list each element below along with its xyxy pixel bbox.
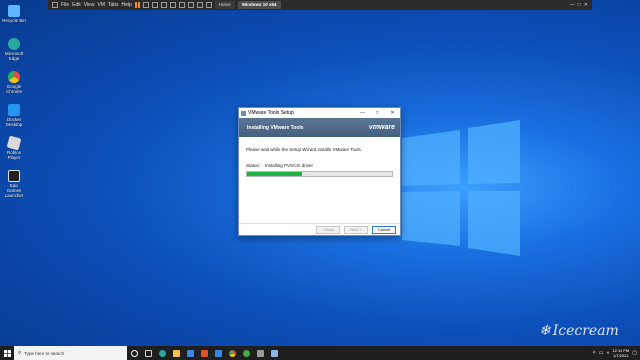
network-icon[interactable]: ▭ — [599, 350, 604, 356]
send-ctrl-alt-del-icon[interactable] — [142, 2, 149, 8]
menu-file[interactable]: File — [61, 0, 69, 10]
desktop-icon-label: Roblox Player — [6, 150, 21, 160]
taskbar-file-explorer[interactable] — [169, 346, 183, 360]
chrome-icon — [228, 349, 236, 357]
icecream-watermark: ❄ Icecream — [539, 323, 619, 339]
minimize-icon[interactable]: — — [355, 110, 370, 116]
dialog-message: Please wait while the Setup Wizard insta… — [246, 147, 362, 152]
search-icon: ⚲ — [18, 350, 22, 355]
window-close-icon[interactable]: ✕ — [584, 0, 588, 10]
install-progress-fill — [247, 172, 303, 176]
roblox-icon — [6, 135, 22, 151]
desktop-icon-label: Recycle Bin — [2, 18, 26, 23]
docker-icon — [8, 104, 20, 116]
taskbar-notepad[interactable] — [267, 346, 281, 360]
volume-icon[interactable]: ◖ — [606, 350, 609, 356]
setup-app-icon — [241, 110, 246, 116]
menu-vm[interactable]: VM — [97, 0, 105, 10]
taskbar-cortana[interactable] — [127, 346, 141, 360]
desktop-icon-label: Microsoft Edge — [4, 51, 24, 61]
system-tray: ˄ ▭ ◖ 12:11 PM 1/7/2021 ▢ — [593, 348, 640, 358]
store-icon — [186, 349, 194, 357]
file-explorer-icon — [172, 349, 180, 357]
menu-view[interactable]: View — [84, 0, 95, 10]
stretch-icon[interactable] — [205, 2, 212, 8]
vmware-icon — [256, 349, 264, 357]
taskbar: ⚲ Type here to search ˄ ▭ ◖ 12:11 PM 1/7… — [0, 346, 640, 360]
vm-library-icon[interactable] — [52, 2, 58, 8]
taskbar-clock[interactable]: 12:11 PM 1/7/2021 — [612, 348, 629, 358]
taskbar-vmware[interactable] — [253, 346, 267, 360]
snapshot-manager-icon[interactable] — [169, 2, 176, 8]
menu-tabs[interactable]: Tabs — [108, 0, 119, 10]
edge-icon — [8, 38, 20, 50]
revert-snapshot-icon[interactable] — [160, 2, 167, 8]
taskbar-task-view[interactable] — [141, 346, 155, 360]
desktop-icon-label: Docker Desktop — [5, 117, 23, 127]
close-icon[interactable]: ✕ — [385, 110, 400, 116]
chevron-up-icon[interactable]: ˄ — [593, 350, 596, 356]
taskbar-office[interactable] — [197, 346, 211, 360]
status-value: Installing PVSCSI driver — [265, 163, 314, 168]
cortana-icon — [130, 349, 138, 357]
window-maximize-icon[interactable]: □ — [578, 0, 581, 10]
next-button[interactable]: Next > — [344, 225, 368, 234]
maximize-icon[interactable]: □ — [370, 110, 385, 116]
recycle-bin-icon — [8, 5, 20, 17]
install-progress-bar — [246, 171, 393, 177]
notepad-icon — [270, 349, 278, 357]
vm-toolbar: File Edit View VM Tabs Help Home Windows… — [48, 0, 592, 10]
taskbar-mail[interactable] — [211, 346, 225, 360]
unity-icon[interactable] — [187, 2, 194, 8]
windows-start-icon — [3, 349, 11, 357]
desktop-icon-label: Epic Games Launcher — [4, 183, 24, 198]
status-label: Status: — [246, 163, 261, 168]
desktop-icon-edge[interactable]: Microsoft Edge — [2, 38, 26, 61]
snowflake-icon: ❄ — [539, 323, 551, 339]
taskbar-chrome[interactable] — [225, 346, 239, 360]
epic-games-icon — [8, 170, 20, 182]
notification-icon[interactable]: ▢ — [632, 350, 637, 356]
start-button[interactable] — [0, 346, 14, 360]
desktop-icon-roblox[interactable]: Roblox Player — [2, 135, 26, 160]
mail-icon — [214, 349, 222, 357]
dialog-title-bar[interactable]: VMware Tools Setup — □ ✕ — [239, 108, 400, 118]
cancel-button[interactable]: Cancel — [372, 225, 396, 234]
task-view-icon — [144, 349, 152, 357]
desktop-icon-recycle-bin[interactable]: Recycle Bin — [2, 5, 26, 23]
desktop-icon-epic-games[interactable]: Epic Games Launcher — [2, 170, 26, 198]
tab-home[interactable]: Home — [214, 1, 235, 9]
taskbar-search[interactable]: ⚲ Type here to search — [14, 346, 127, 360]
dialog-body: Please wait while the Setup Wizard insta… — [239, 137, 400, 185]
search-placeholder: Type here to search — [24, 350, 65, 356]
clock-date: 1/7/2021 — [613, 353, 629, 358]
menu-edit[interactable]: Edit — [72, 0, 81, 10]
edge-icon — [158, 349, 166, 357]
taskbar-store[interactable] — [183, 346, 197, 360]
desktop-icon-docker[interactable]: Docker Desktop — [2, 104, 26, 127]
xbox-icon — [242, 349, 250, 357]
status-row: Status: Installing PVSCSI driver — [246, 163, 393, 168]
vmware-tools-setup-dialog: VMware Tools Setup — □ ✕ Installing VMwa… — [238, 107, 401, 236]
pause-icon[interactable] — [134, 2, 140, 8]
taskbar-edge[interactable] — [155, 346, 169, 360]
back-button[interactable]: < Back — [316, 225, 340, 234]
tab-windows-10-x64[interactable]: Windows 10 x64 — [237, 1, 281, 9]
desktop-icon-label: Google Chrome — [5, 84, 22, 94]
snapshot-icon[interactable] — [151, 2, 158, 8]
console-view-icon[interactable] — [196, 2, 203, 8]
chrome-icon — [8, 71, 20, 83]
taskbar-xbox[interactable] — [239, 346, 253, 360]
full-screen-icon[interactable] — [178, 2, 185, 8]
vmware-logo: vmware — [368, 124, 395, 131]
menu-help[interactable]: Help — [122, 0, 132, 10]
office-icon — [200, 349, 208, 357]
dialog-heading: Installing VMware Tools — [247, 124, 304, 131]
window-minimize-icon[interactable]: — — [570, 0, 575, 10]
desktop-icon-chrome[interactable]: Google Chrome — [2, 71, 26, 94]
dialog-title: VMware Tools Setup — [248, 110, 294, 116]
watermark-text: Icecream — [552, 323, 619, 339]
dialog-banner: Installing VMware Tools vmware — [239, 118, 400, 137]
dialog-buttons: < Back Next > Cancel — [239, 223, 400, 235]
